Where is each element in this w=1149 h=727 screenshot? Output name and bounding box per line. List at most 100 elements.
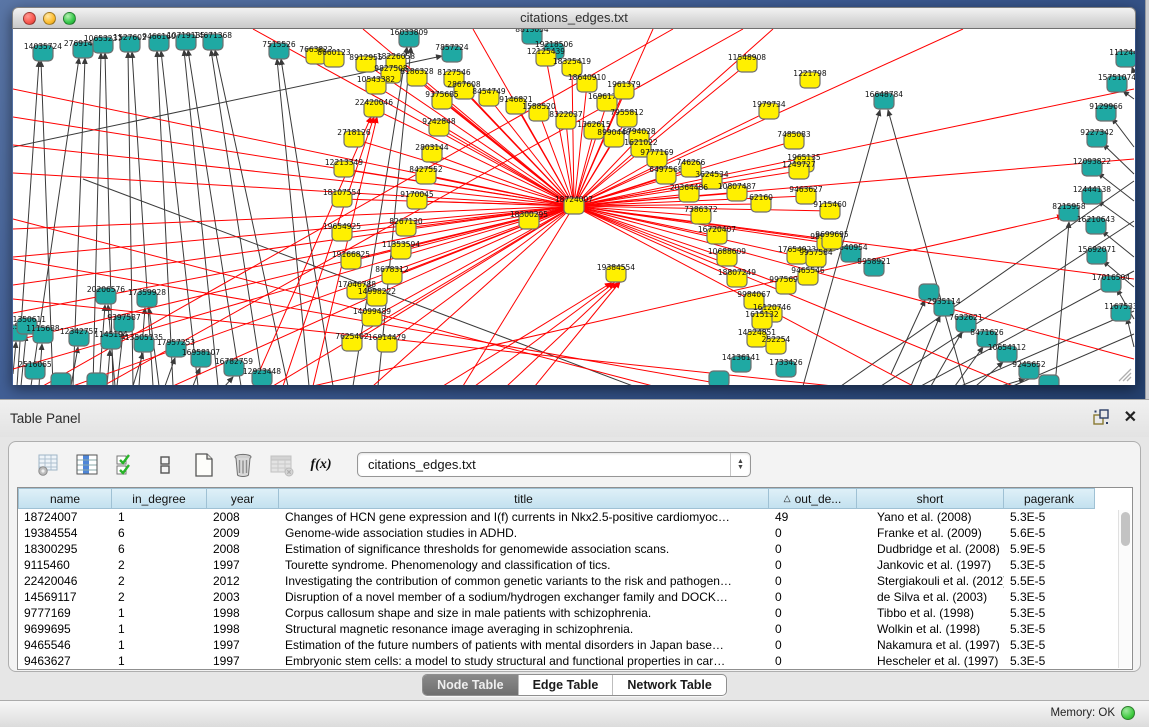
table-cell: 1: [112, 654, 207, 668]
column-header-short[interactable]: short: [857, 488, 1004, 509]
table-row[interactable]: 2242004622012Investigating the contribut…: [18, 573, 1132, 589]
svg-text:16210643: 16210643: [1077, 215, 1115, 224]
table-cell: 5.3E-5: [1004, 638, 1095, 652]
table-header-row[interactable]: namein_degreeyeartitle△out_de...shortpag…: [18, 488, 1132, 509]
network-view-window[interactable]: citations_edges.txt 14035724276914361065…: [12, 7, 1136, 385]
table-cell: 2008: [207, 542, 279, 556]
minimize-window-button[interactable]: [43, 12, 56, 25]
svg-text:17016504: 17016504: [1092, 273, 1130, 282]
resize-grip-icon[interactable]: [1116, 366, 1132, 382]
graph-node[interactable]: [87, 373, 107, 385]
close-panel-icon[interactable]: ✕: [1124, 410, 1137, 426]
table-row[interactable]: 1830029562008Estimation of significance …: [18, 541, 1132, 557]
table-cell: 5.3E-5: [1004, 654, 1095, 668]
table-row[interactable]: 977716911998Corpus callosum shape and si…: [18, 605, 1132, 621]
network-graph[interactable]: 1403572427691436106532371527602946616010…: [13, 29, 1135, 385]
tab-edge-table[interactable]: Edge Table: [518, 675, 613, 695]
table-cell: 0: [769, 542, 857, 556]
table-cell: 5.6E-5: [1004, 526, 1095, 540]
close-window-button[interactable]: [23, 12, 36, 25]
table-row[interactable]: 1456911722003Disruption of a novel membe…: [18, 589, 1132, 605]
window-titlebar[interactable]: citations_edges.txt: [12, 7, 1136, 29]
svg-text:16914479: 16914479: [368, 333, 406, 342]
table-cell: 5.3E-5: [1004, 590, 1095, 604]
table-row[interactable]: 969969511998Structural magnetic resonanc…: [18, 621, 1132, 637]
float-panel-icon[interactable]: [1093, 409, 1110, 426]
graph-node[interactable]: [1039, 375, 1059, 385]
table-cell: 0: [769, 574, 857, 588]
tab-node-table[interactable]: Node Table: [423, 675, 517, 695]
column-header-in_degree[interactable]: in_degree: [112, 488, 207, 509]
column-header-out_de[interactable]: △out_de...: [769, 488, 857, 509]
memory-status-label: Memory: OK: [1050, 707, 1115, 719]
svg-text:18724007: 18724007: [555, 195, 593, 204]
table-cell: 18724007: [18, 510, 112, 524]
svg-text:9958921: 9958921: [857, 257, 891, 266]
table-cell: Changes of HCN gene expression and I(f) …: [279, 510, 769, 524]
tab-network-table[interactable]: Network Table: [612, 675, 726, 695]
svg-text:1249727: 1249727: [782, 160, 816, 169]
column-header-year[interactable]: year: [207, 488, 279, 509]
table-cell: 9465546: [18, 638, 112, 652]
table-row[interactable]: 1872400712008Changes of HCN gene express…: [18, 509, 1132, 525]
zoom-window-button[interactable]: [63, 12, 76, 25]
table-body[interactable]: 18724007 1 2008 Changes of HCN gene express…: [18, 509, 1132, 669]
network-canvas[interactable]: 1403572427691436106532371527602946616010…: [13, 29, 1135, 385]
node-table[interactable]: namein_degreeyeartitle△out_de...shortpag…: [17, 487, 1133, 670]
column-header-title[interactable]: title: [279, 488, 769, 509]
svg-text:14998222: 14998222: [358, 287, 396, 296]
table-cell: Tourette syndrome. Phenomenology and cla…: [279, 558, 769, 572]
delete-column-icon[interactable]: [230, 452, 256, 478]
table-panel-box: f(x) citations_edges.txt ▲▼ namein_degre…: [8, 441, 1141, 672]
delete-table-icon[interactable]: [269, 452, 295, 478]
table-cell: 5.3E-5: [1004, 622, 1095, 636]
table-cell: 9777169: [18, 606, 112, 620]
table-row[interactable]: 1938455462009Genome-wide association stu…: [18, 525, 1132, 541]
svg-text:17957253: 17957253: [157, 338, 195, 347]
row-height-icon[interactable]: [152, 452, 178, 478]
table-row[interactable]: 911546021997Tourette syndrome. Phenomeno…: [18, 557, 1132, 573]
table-cell: 2: [112, 574, 207, 588]
svg-text:18807249: 18807249: [718, 268, 756, 277]
table-cell: Genome-wide association studies in ADHD.: [279, 526, 769, 540]
svg-text:1961379: 1961379: [607, 80, 641, 89]
table-settings-icon[interactable]: [35, 452, 61, 478]
table-cell: Dudbridge et al. (2008): [857, 542, 1004, 556]
table-row[interactable]: 946362711997Embryonic stem cells: a mode…: [18, 653, 1132, 669]
application-screen: citations_edges.txt 14035724276914361065…: [0, 0, 1149, 727]
svg-text:9129966: 9129966: [1089, 102, 1123, 111]
svg-text:1112441: 1112441: [1109, 48, 1135, 57]
table-selector-dropdown[interactable]: citations_edges.txt ▲▼: [357, 452, 751, 477]
svg-text:8127546: 8127546: [437, 68, 471, 77]
svg-text:1145194: 1145194: [94, 330, 128, 339]
graph-node[interactable]: [51, 373, 71, 385]
svg-text:8186328: 8186328: [400, 67, 434, 76]
svg-text:7386372: 7386372: [684, 205, 718, 214]
table-tabbar: Node TableEdge TableNetwork Table: [0, 674, 1149, 696]
table-cell: 1998: [207, 622, 279, 636]
table-cell: 1997: [207, 558, 279, 572]
memory-ok-indicator-icon[interactable]: [1121, 706, 1135, 720]
svg-text:18640910: 18640910: [568, 73, 606, 82]
column-header-pagerank[interactable]: pagerank: [1004, 488, 1095, 509]
column-header-name[interactable]: name: [18, 488, 112, 509]
svg-text:2935114: 2935114: [927, 297, 961, 306]
table-row[interactable]: 946554611997Estimation of the future num…: [18, 637, 1132, 653]
dropdown-stepper-icon: ▲▼: [730, 453, 750, 476]
function-builder-icon[interactable]: f(x): [308, 452, 334, 478]
table-cell: 6: [112, 526, 207, 540]
table-cell: Franke et al. (2009): [857, 526, 1004, 540]
table-panel-header: Table Panel ✕: [0, 400, 1149, 437]
table-scrollbar[interactable]: [1118, 510, 1131, 668]
svg-text:12444138: 12444138: [1073, 185, 1111, 194]
svg-text:14136141: 14136141: [722, 353, 760, 362]
svg-text:2803144: 2803144: [415, 143, 449, 152]
svg-text:22420046: 22420046: [355, 98, 393, 107]
graph-node[interactable]: [709, 371, 729, 385]
show-columns-icon[interactable]: [74, 452, 100, 478]
select-columns-icon[interactable]: [113, 452, 139, 478]
table-scrollbar-thumb[interactable]: [1121, 512, 1130, 546]
svg-text:8471626: 8471626: [970, 328, 1004, 337]
table-cell: 19384554: [18, 526, 112, 540]
create-column-icon[interactable]: [191, 452, 217, 478]
